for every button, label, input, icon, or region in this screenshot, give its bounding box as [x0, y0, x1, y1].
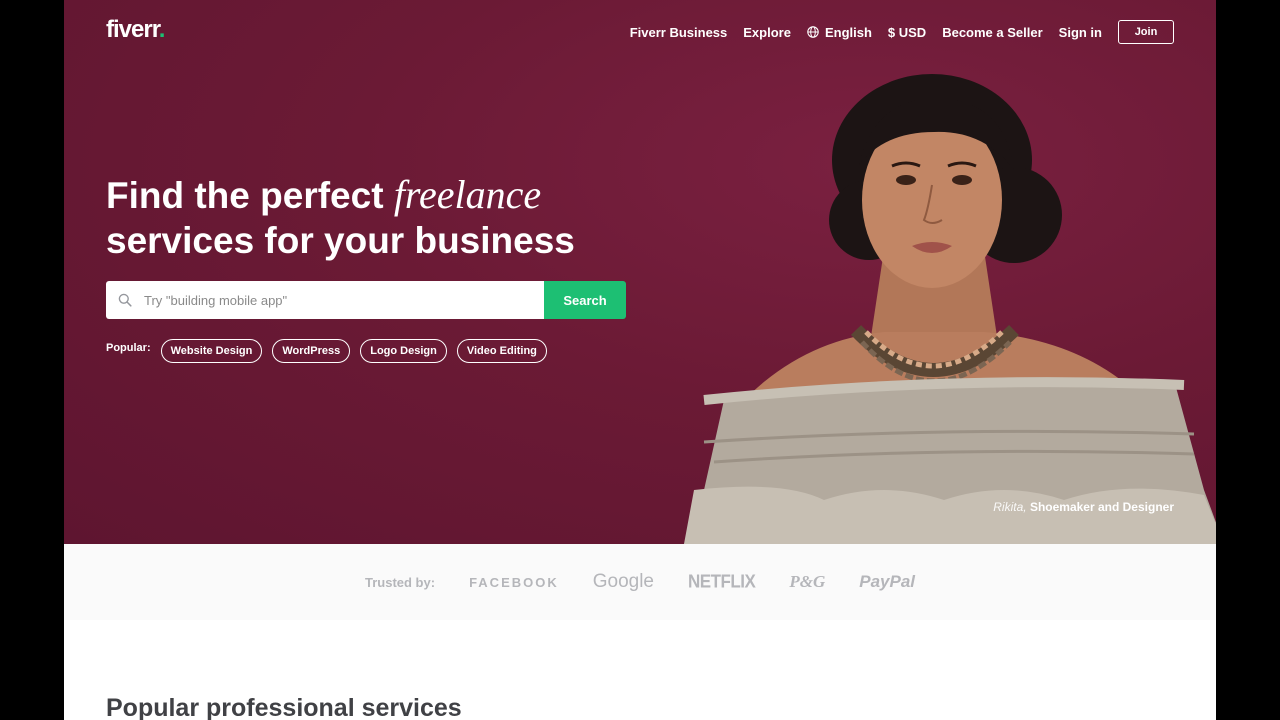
nav-explore-label: Explore — [743, 24, 791, 40]
google-logo: Google — [592, 571, 655, 592]
join-button-label: Join — [1134, 26, 1158, 38]
nav-become-seller-label: Become a Seller — [942, 24, 1043, 40]
trusted-label: Trusted by: — [364, 574, 436, 590]
nav-currency-label: $ USD — [887, 24, 927, 40]
popular-services-title: Popular professional services — [106, 694, 462, 720]
caption-name: Rikita, — [993, 500, 1027, 514]
join-button[interactable]: Join — [1118, 20, 1174, 44]
headline-italic: freelance — [393, 172, 542, 217]
hero-section: fiverr. Fiverr Business Explore English … — [64, 0, 1216, 544]
fiverr-logo[interactable]: fiverr. — [106, 16, 166, 44]
facebook-logo: FACEBOOK — [469, 574, 559, 590]
tag-website-design[interactable]: Website Design — [160, 339, 263, 363]
nav-explore[interactable]: Explore — [743, 25, 791, 40]
tag-wordpress[interactable]: WordPress — [272, 339, 351, 363]
tag-label: WordPress — [282, 345, 341, 357]
tag-label: Video Editing — [466, 345, 537, 357]
tag-label: Logo Design — [370, 345, 437, 357]
page: fiverr. Fiverr Business Explore English … — [64, 0, 1216, 720]
search-input[interactable] — [142, 291, 526, 309]
hero-portrait-image — [684, 74, 1216, 544]
popular-tags: Popular: Website Design WordPress Logo D… — [106, 339, 547, 363]
nav-language[interactable]: English — [807, 25, 872, 40]
nav-fiverr-business-label: Fiverr Business — [629, 24, 728, 40]
nav-sign-in[interactable]: Sign in — [1059, 25, 1102, 40]
nav-sign-in-label: Sign in — [1058, 24, 1102, 40]
search-field[interactable] — [106, 281, 544, 319]
hero-headline: Find the perfect freelance services for y… — [106, 172, 575, 263]
pg-logo: P&G — [789, 572, 826, 591]
popular-label: Popular: — [106, 342, 151, 354]
top-nav: Fiverr Business Explore English $ USD Be… — [630, 20, 1174, 44]
search-icon — [118, 293, 132, 307]
search-button[interactable]: Search — [544, 281, 626, 319]
netflix-logo: NETFLIX — [688, 571, 756, 592]
tag-label: Website Design — [170, 345, 253, 357]
globe-icon — [807, 26, 819, 38]
nav-become-seller[interactable]: Become a Seller — [942, 25, 1042, 40]
logo-dot: . — [158, 16, 166, 43]
headline-part2: services for your business — [106, 220, 575, 261]
search-bar: Search — [106, 281, 626, 319]
search-button-label: Search — [563, 292, 607, 308]
hero-caption: Rikita, Shoemaker and Designer — [993, 500, 1174, 514]
caption-role: Shoemaker and Designer — [1029, 500, 1174, 514]
nav-language-label: English — [824, 24, 872, 40]
paypal-logo: PayPal — [859, 572, 916, 591]
nav-fiverr-business[interactable]: Fiverr Business — [630, 25, 728, 40]
tag-logo-design[interactable]: Logo Design — [360, 339, 447, 363]
logo-text: fiverr — [106, 16, 160, 43]
nav-currency[interactable]: $ USD — [888, 25, 926, 40]
headline-part1: Find the perfect — [106, 175, 394, 216]
tag-video-editing[interactable]: Video Editing — [456, 339, 547, 363]
trusted-by-bar: Trusted by: FACEBOOK Google NETFLIX P&G … — [64, 544, 1216, 620]
